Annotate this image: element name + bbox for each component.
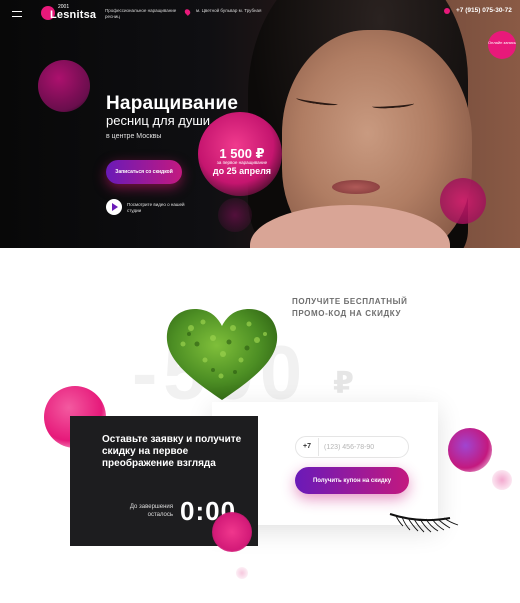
big-currency-sign: ₽: [333, 367, 354, 400]
menu-icon[interactable]: [12, 11, 22, 17]
timer-label: До завершения осталось: [129, 504, 173, 518]
signup-discount-button[interactable]: Записаться со скидкой: [106, 160, 182, 184]
offer-title: Оставьте заявку и получите скидку на пер…: [102, 434, 242, 469]
video-caption[interactable]: Посмотрите видео о нашей студии: [127, 202, 187, 214]
phone-country-prefix[interactable]: +7: [303, 443, 311, 450]
hero-location: в центре Москвы: [106, 133, 162, 140]
tagline: Профессиональное наращивание ресниц: [105, 8, 177, 19]
heart-leaf-image: [166, 309, 278, 400]
hero-price-note: за первое наращивание: [216, 160, 268, 165]
bokeh-circle: [212, 512, 252, 552]
address: м. Цветной бульвар м. Трубная: [196, 8, 262, 13]
bokeh-circle: [440, 178, 486, 224]
logo[interactable]: Lesnitsa: [50, 9, 96, 21]
hero-subtitle: ресниц для души: [106, 113, 211, 128]
bokeh-circle: [236, 567, 248, 579]
hero-price-date: до 25 апреля: [212, 166, 272, 176]
hero-photo-lips: [332, 180, 380, 194]
bokeh-circle: [218, 198, 252, 232]
bokeh-circle: [38, 60, 90, 112]
bokeh-circle: [448, 428, 492, 472]
bokeh-circle: [492, 470, 512, 490]
phone-icon: [444, 8, 450, 14]
hero-title: Наращивание: [106, 93, 239, 114]
top-bar: 2001 Lesnitsa Профессиональное наращиван…: [0, 0, 520, 28]
get-coupon-button[interactable]: Получить купон на скидку: [295, 467, 409, 494]
eyelash-image: [389, 513, 459, 533]
play-video-button[interactable]: [106, 199, 122, 215]
phone-divider: [318, 438, 319, 456]
online-booking-button[interactable]: Онлайн запись: [488, 31, 516, 59]
promo-heading: ПОЛУЧИТЕ БЕСПЛАТНЫЙ ПРОМО-КОД НА СКИДКУ: [292, 297, 408, 318]
phone-input[interactable]: [324, 438, 404, 456]
play-icon: [112, 203, 118, 211]
hero-section: 2001 Lesnitsa Профессиональное наращиван…: [0, 0, 520, 248]
phone-number[interactable]: +7 (915) 075-30-72: [456, 7, 512, 14]
